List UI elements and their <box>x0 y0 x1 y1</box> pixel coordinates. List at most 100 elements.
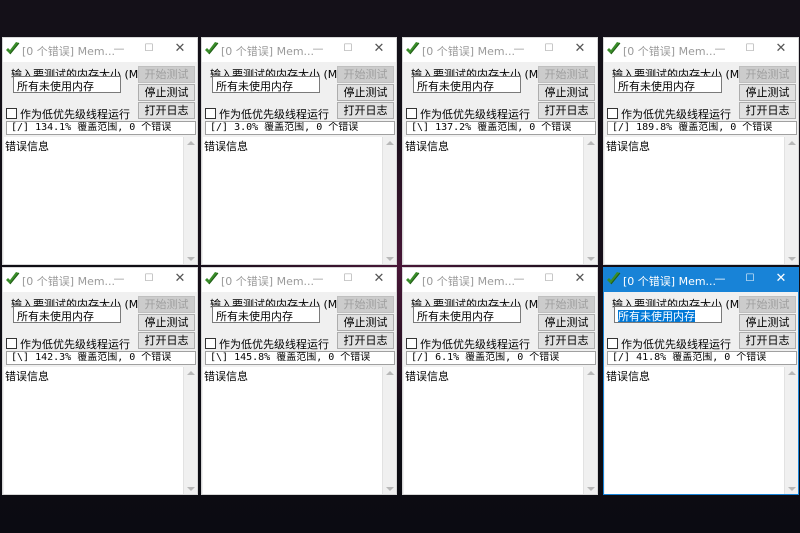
title-bar[interactable]: [0 个错误] Mem... — ☐ ✕ <box>403 268 597 292</box>
maximize-icon[interactable]: ☐ <box>540 271 558 287</box>
start-test-button[interactable]: 开始测试 <box>138 66 195 83</box>
start-test-button[interactable]: 开始测试 <box>337 66 394 83</box>
close-icon[interactable]: ✕ <box>772 41 790 57</box>
start-test-button[interactable]: 开始测试 <box>538 66 595 83</box>
scroll-up-icon[interactable] <box>187 371 195 375</box>
scroll-up-icon[interactable] <box>386 371 394 375</box>
title-bar[interactable]: [0 个错误] Mem... — ☐ ✕ <box>202 38 396 62</box>
start-test-button[interactable]: 开始测试 <box>138 296 195 313</box>
stop-test-button[interactable]: 停止测试 <box>538 314 595 331</box>
memory-size-input[interactable]: 所有未使用内存 <box>212 76 320 93</box>
memory-size-input[interactable]: 所有未使用内存 <box>614 76 722 93</box>
scroll-down-icon[interactable] <box>386 257 394 261</box>
title-bar[interactable]: [0 个错误] Mem... — ☐ ✕ <box>604 38 798 62</box>
low-priority-label: 作为低优先级线程运行 <box>219 108 329 121</box>
close-icon[interactable]: ✕ <box>171 41 189 57</box>
error-scrollbar[interactable] <box>583 367 597 494</box>
close-icon[interactable]: ✕ <box>571 271 589 287</box>
maximize-icon[interactable]: ☐ <box>741 41 759 57</box>
stop-test-button[interactable]: 停止测试 <box>138 314 195 331</box>
low-priority-checkbox[interactable] <box>406 338 417 349</box>
minimize-icon[interactable]: — <box>711 41 729 57</box>
open-log-button[interactable]: 打开日志 <box>538 332 595 349</box>
minimize-icon[interactable]: — <box>510 41 528 57</box>
maximize-icon[interactable]: ☐ <box>540 41 558 57</box>
error-scrollbar[interactable] <box>183 367 197 494</box>
stop-test-button[interactable]: 停止测试 <box>538 84 595 101</box>
low-priority-checkbox[interactable] <box>607 108 618 119</box>
memory-size-input[interactable]: 所有未使用内存 <box>13 306 121 323</box>
error-scrollbar[interactable] <box>382 367 396 494</box>
open-log-button[interactable]: 打开日志 <box>739 102 796 119</box>
low-priority-checkbox[interactable] <box>6 338 17 349</box>
close-icon[interactable]: ✕ <box>370 41 388 57</box>
stop-test-button[interactable]: 停止测试 <box>138 84 195 101</box>
memtest-app-icon <box>607 272 621 285</box>
scroll-up-icon[interactable] <box>587 141 595 145</box>
scroll-down-icon[interactable] <box>587 487 595 491</box>
low-priority-checkbox[interactable] <box>6 108 17 119</box>
stop-test-button[interactable]: 停止测试 <box>739 314 796 331</box>
minimize-icon[interactable]: — <box>510 271 528 287</box>
scroll-down-icon[interactable] <box>386 487 394 491</box>
close-icon[interactable]: ✕ <box>171 271 189 287</box>
maximize-icon[interactable]: ☐ <box>339 41 357 57</box>
scroll-down-icon[interactable] <box>187 257 195 261</box>
scroll-up-icon[interactable] <box>386 141 394 145</box>
error-scrollbar[interactable] <box>784 367 798 494</box>
maximize-icon[interactable]: ☐ <box>339 271 357 287</box>
minimize-icon[interactable]: — <box>309 271 327 287</box>
stop-test-button[interactable]: 停止测试 <box>739 84 796 101</box>
title-bar[interactable]: [0 个错误] Mem... — ☐ ✕ <box>604 268 798 292</box>
start-test-button[interactable]: 开始测试 <box>739 296 796 313</box>
error-scrollbar[interactable] <box>382 137 396 264</box>
start-test-button[interactable]: 开始测试 <box>337 296 394 313</box>
memory-size-input[interactable]: 所有未使用内存 <box>413 306 521 323</box>
maximize-icon[interactable]: ☐ <box>140 41 158 57</box>
memory-size-input[interactable]: 所有未使用内存 <box>614 306 722 323</box>
start-test-button[interactable]: 开始测试 <box>538 296 595 313</box>
scroll-down-icon[interactable] <box>788 487 796 491</box>
memory-size-input[interactable]: 所有未使用内存 <box>212 306 320 323</box>
scroll-up-icon[interactable] <box>587 371 595 375</box>
error-scrollbar[interactable] <box>784 137 798 264</box>
stop-test-button[interactable]: 停止测试 <box>337 84 394 101</box>
minimize-icon[interactable]: — <box>711 271 729 287</box>
scroll-down-icon[interactable] <box>187 487 195 491</box>
scroll-up-icon[interactable] <box>788 371 796 375</box>
title-bar[interactable]: [0 个错误] Mem... — ☐ ✕ <box>202 268 396 292</box>
low-priority-checkbox[interactable] <box>205 338 216 349</box>
open-log-button[interactable]: 打开日志 <box>138 102 195 119</box>
scroll-down-icon[interactable] <box>587 257 595 261</box>
minimize-icon[interactable]: — <box>309 41 327 57</box>
start-test-button[interactable]: 开始测试 <box>739 66 796 83</box>
low-priority-checkbox[interactable] <box>607 338 618 349</box>
title-bar[interactable]: [0 个错误] Mem... — ☐ ✕ <box>403 38 597 62</box>
open-log-button[interactable]: 打开日志 <box>538 102 595 119</box>
minimize-icon[interactable]: — <box>110 41 128 57</box>
close-icon[interactable]: ✕ <box>370 271 388 287</box>
open-log-button[interactable]: 打开日志 <box>138 332 195 349</box>
scroll-up-icon[interactable] <box>187 141 195 145</box>
stop-test-button[interactable]: 停止测试 <box>337 314 394 331</box>
close-icon[interactable]: ✕ <box>772 271 790 287</box>
open-log-button[interactable]: 打开日志 <box>337 102 394 119</box>
open-log-button[interactable]: 打开日志 <box>739 332 796 349</box>
maximize-icon[interactable]: ☐ <box>741 271 759 287</box>
low-priority-checkbox[interactable] <box>406 108 417 119</box>
title-bar[interactable]: [0 个错误] Mem... — ☐ ✕ <box>3 268 197 292</box>
low-priority-checkbox[interactable] <box>205 108 216 119</box>
scroll-up-icon[interactable] <box>788 141 796 145</box>
open-log-button[interactable]: 打开日志 <box>337 332 394 349</box>
scroll-down-icon[interactable] <box>788 257 796 261</box>
maximize-icon[interactable]: ☐ <box>140 271 158 287</box>
minimize-icon[interactable]: — <box>110 271 128 287</box>
title-bar[interactable]: [0 个错误] Mem... — ☐ ✕ <box>3 38 197 62</box>
error-scrollbar[interactable] <box>183 137 197 264</box>
error-scrollbar[interactable] <box>583 137 597 264</box>
memory-size-input[interactable]: 所有未使用内存 <box>413 76 521 93</box>
memory-size-input[interactable]: 所有未使用内存 <box>13 76 121 93</box>
close-icon[interactable]: ✕ <box>571 41 589 57</box>
error-info-panel: 错误信息 <box>4 137 197 264</box>
error-info-label: 错误信息 <box>606 140 650 153</box>
